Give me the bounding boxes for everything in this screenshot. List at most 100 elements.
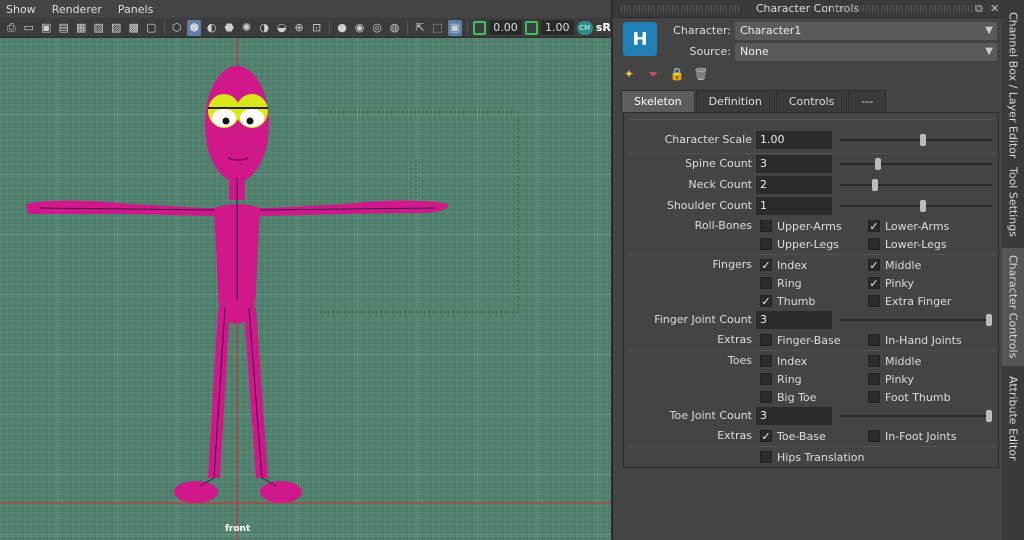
color-management-toggle[interactable]: CM: [576, 20, 593, 35]
lower-legs-checkbox[interactable]: Lower-Legs: [868, 235, 947, 253]
checkbox-box[interactable]: [760, 391, 772, 403]
checkbox-box[interactable]: [760, 373, 772, 385]
checkbox-box[interactable]: [760, 355, 772, 367]
hips-translation-checkbox[interactable]: Hips Translation: [760, 448, 864, 466]
checkbox-box[interactable]: ✓: [760, 259, 772, 271]
panel-titlebar[interactable]: Character Controls ⧉ ✕: [613, 0, 1002, 18]
neck-count-slider[interactable]: [840, 179, 992, 191]
slider-handle[interactable]: [872, 179, 878, 191]
gate-mask-icon[interactable]: ▩: [127, 20, 142, 36]
textured-icon[interactable]: ⬣: [222, 20, 237, 36]
gamma-field[interactable]: 1.00: [540, 20, 574, 35]
toe-base-checkbox[interactable]: ✓ Toe-Base: [760, 427, 826, 445]
shadows-icon[interactable]: ◑: [257, 20, 272, 36]
finger-joint-count-field[interactable]: 3: [756, 311, 832, 329]
checkbox-box[interactable]: [760, 334, 772, 346]
gamma-icon[interactable]: [524, 20, 538, 35]
exposure-icon[interactable]: [473, 20, 487, 35]
bookmark-icon[interactable]: ▣: [39, 20, 54, 36]
spark-icon[interactable]: ✦: [621, 66, 637, 82]
viewport-panel[interactable]: Show Renderer Panels ⎙ ▭ ▣ ▤ ▦ ▧ ▨ ▩ ▢ ⬡…: [0, 0, 611, 540]
xray-joints-icon[interactable]: ⊕: [292, 20, 307, 36]
depth-of-field-icon[interactable]: ◍: [387, 20, 402, 36]
motion-blur-icon[interactable]: ◉: [352, 20, 367, 36]
slider-handle[interactable]: [986, 410, 992, 422]
character-dropdown[interactable]: Character1 ▼: [735, 22, 997, 40]
checkbox-box[interactable]: [868, 295, 880, 307]
drag-grip[interactable]: [621, 5, 741, 12]
close-icon[interactable]: ✕: [990, 2, 999, 15]
neck-count-field[interactable]: 2: [756, 176, 832, 194]
tab-controls[interactable]: Controls: [775, 90, 848, 112]
tab-more[interactable]: ---: [848, 90, 887, 112]
finger-ring-checkbox[interactable]: Ring: [760, 274, 802, 292]
character-scale-field[interactable]: 1.00: [756, 131, 832, 149]
checkbox-box[interactable]: [868, 238, 880, 250]
checkbox-box[interactable]: ✓: [760, 430, 772, 442]
checkbox-box[interactable]: ✓: [868, 259, 880, 271]
exposure-field[interactable]: 0.00: [489, 20, 522, 35]
checkbox-box[interactable]: [868, 355, 880, 367]
in-hand-joints-checkbox[interactable]: In-Hand Joints: [868, 331, 962, 349]
view-transform-label[interactable]: sR: [596, 21, 611, 34]
human-ik-logo-icon[interactable]: H: [623, 22, 657, 56]
side-tab-tool-settings[interactable]: Tool Settings: [1002, 162, 1024, 242]
upper-arms-checkbox[interactable]: Upper-Arms: [760, 217, 842, 235]
side-tab-attribute-editor[interactable]: Attribute Editor: [1002, 372, 1024, 464]
ambient-occlusion-icon[interactable]: ●: [335, 20, 350, 36]
slider-handle[interactable]: [920, 134, 926, 146]
image-plane-icon[interactable]: ▤: [57, 20, 72, 36]
slider-handle[interactable]: [920, 200, 926, 212]
camera-attributes-icon[interactable]: ▭: [22, 20, 37, 36]
checkbox-box[interactable]: [760, 451, 772, 463]
lock-icon[interactable]: 🔒: [669, 66, 685, 82]
checkbox-box[interactable]: [868, 430, 880, 442]
safe-area-icon[interactable]: ▢: [144, 20, 159, 36]
drag-grip[interactable]: [827, 5, 972, 12]
finger-base-checkbox[interactable]: Finger-Base: [760, 331, 841, 349]
side-tab-character-controls[interactable]: Character Controls: [1002, 248, 1024, 366]
finger-pinky-checkbox[interactable]: ✓ Pinky: [868, 274, 914, 292]
toe-joint-count-slider[interactable]: [840, 410, 992, 422]
big-toe-checkbox[interactable]: Big Toe: [760, 388, 816, 406]
slider-handle[interactable]: [986, 314, 992, 326]
default-material-icon[interactable]: ◐: [204, 20, 219, 36]
menu-show[interactable]: Show: [6, 3, 36, 16]
finger-index-checkbox[interactable]: ✓ Index: [760, 256, 807, 274]
lower-arms-checkbox[interactable]: ✓ Lower-Arms: [868, 217, 949, 235]
menu-panels[interactable]: Panels: [118, 3, 153, 16]
extra-finger-checkbox[interactable]: Extra Finger: [868, 292, 951, 310]
toe-middle-checkbox[interactable]: Middle: [868, 352, 921, 370]
toe-ring-checkbox[interactable]: Ring: [760, 370, 802, 388]
tab-definition[interactable]: Definition: [695, 90, 775, 112]
viewport-scene[interactable]: front: [0, 38, 611, 540]
checkbox-box[interactable]: [760, 277, 772, 289]
smooth-shade-icon[interactable]: ⬢: [186, 19, 202, 36]
wireframe-icon[interactable]: ⬡: [169, 20, 184, 36]
checkbox-box[interactable]: ✓: [868, 277, 880, 289]
grid-icon[interactable]: ▦: [74, 20, 89, 36]
lighting-icon[interactable]: ✺: [239, 20, 254, 36]
xray-active-icon[interactable]: ⬚: [430, 20, 445, 36]
select-camera-icon[interactable]: ⎙: [4, 20, 19, 36]
checkbox-box[interactable]: ✓: [760, 295, 772, 307]
shoulder-count-field[interactable]: 1: [756, 197, 832, 215]
in-foot-joints-checkbox[interactable]: In-Foot Joints: [868, 427, 956, 445]
menu-renderer[interactable]: Renderer: [52, 3, 102, 16]
film-gate-icon[interactable]: ▧: [92, 20, 107, 36]
source-dropdown[interactable]: None ▼: [735, 43, 997, 61]
checkbox-box[interactable]: [868, 373, 880, 385]
checkbox-box[interactable]: [760, 220, 772, 232]
character-scale-slider[interactable]: [840, 134, 992, 146]
finger-joint-count-slider[interactable]: [840, 314, 992, 326]
checkbox-box[interactable]: [760, 238, 772, 250]
toe-joint-count-field[interactable]: 3: [756, 407, 832, 425]
checkbox-box[interactable]: ✓: [868, 220, 880, 232]
float-icon[interactable]: ⧉: [975, 2, 983, 16]
checkbox-box[interactable]: [868, 334, 880, 346]
toe-index-checkbox[interactable]: Index: [760, 352, 807, 370]
finger-thumb-checkbox[interactable]: ✓ Thumb: [760, 292, 815, 310]
frame-all-icon[interactable]: ▣: [447, 19, 463, 36]
spine-count-field[interactable]: 3: [756, 155, 832, 173]
trash-icon[interactable]: 🗑: [693, 66, 709, 82]
